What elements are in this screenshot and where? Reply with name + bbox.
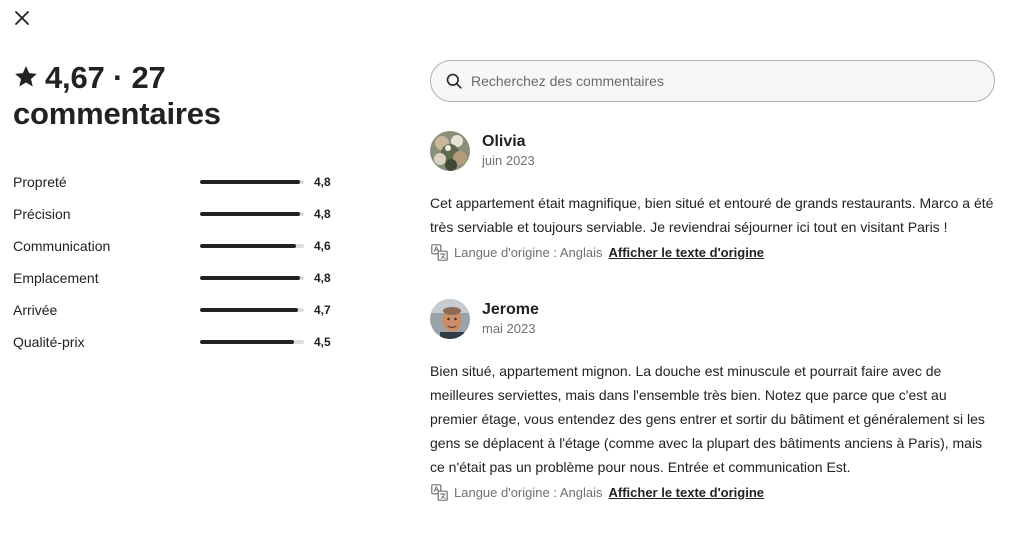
rating-bar — [200, 340, 304, 344]
search-icon — [445, 72, 463, 90]
rating-row-communication: Communication 4,6 — [13, 230, 343, 262]
translation-note: Langue d'origine : Anglais — [454, 244, 603, 260]
review-text: Cet appartement était magnifique, bien s… — [430, 195, 994, 235]
overall-rating: 4,67 — [45, 60, 105, 95]
show-original-link[interactable]: Afficher le texte d'origine — [608, 245, 764, 260]
show-original-link[interactable]: Afficher le texte d'origine — [608, 485, 764, 500]
rating-bar-fill — [200, 308, 298, 312]
rating-value: 4,6 — [314, 239, 331, 253]
search-bar[interactable] — [430, 60, 995, 102]
rating-bar — [200, 244, 304, 248]
review-date: juin 2023 — [482, 153, 535, 168]
reviewer-name: Jerome — [482, 301, 539, 318]
rating-label: Précision — [13, 206, 71, 222]
rating-row-precision: Précision 4,8 — [13, 198, 343, 230]
translate-icon — [430, 483, 448, 501]
category-ratings: Propreté 4,8 Précision 4,8 Communication… — [13, 166, 343, 358]
search-input[interactable] — [471, 73, 994, 89]
close-icon — [15, 10, 29, 30]
rating-bar-fill — [200, 276, 300, 280]
translation-note: Langue d'origine : Anglais — [454, 484, 603, 500]
rating-label: Qualité-prix — [13, 334, 85, 350]
translation-info: Langue d'origine : Anglais Afficher le t… — [430, 242, 1000, 262]
translate-icon — [430, 243, 448, 261]
rating-bar — [200, 212, 304, 216]
reviewer-name: Olivia — [482, 133, 526, 150]
rating-label: Propreté — [13, 174, 67, 190]
rating-label: Emplacement — [13, 270, 99, 286]
review-item: Olivia juin 2023 Cet appartement était m… — [430, 131, 1000, 262]
rating-bar-fill — [200, 340, 294, 344]
rating-bar — [200, 308, 304, 312]
rating-row-arrivee: Arrivée 4,7 — [13, 294, 343, 326]
review-text: Bien situé, appartement mignon. La douch… — [430, 363, 985, 475]
star-icon — [13, 64, 39, 90]
rating-value: 4,8 — [314, 207, 331, 221]
rating-value: 4,7 — [314, 303, 331, 317]
translation-info: Langue d'origine : Anglais Afficher le t… — [430, 482, 1000, 502]
rating-bar — [200, 180, 304, 184]
rating-label: Arrivée — [13, 302, 58, 318]
review-header: Jerome mai 2023 — [430, 299, 1000, 339]
rating-bar-fill — [200, 212, 300, 216]
rating-value: 4,8 — [314, 175, 331, 189]
close-button[interactable] — [8, 8, 36, 32]
review-header: Olivia juin 2023 — [430, 131, 1000, 171]
reviewer-info: Olivia juin 2023 — [482, 132, 535, 170]
rating-bar-fill — [200, 180, 300, 184]
review-item: Jerome mai 2023 Bien situé, appartement … — [430, 299, 1000, 502]
rating-value: 4,5 — [314, 335, 331, 349]
rating-bar-fill — [200, 244, 296, 248]
rating-value: 4,8 — [314, 271, 331, 285]
review-date: mai 2023 — [482, 321, 536, 336]
rating-row-emplacement: Emplacement 4,8 — [13, 262, 343, 294]
rating-bar — [200, 276, 304, 280]
heading-separator: · — [112, 60, 124, 95]
avatar[interactable] — [430, 299, 470, 339]
avatar[interactable] — [430, 131, 470, 171]
rating-row-qualite-prix: Qualité-prix 4,5 — [13, 326, 343, 358]
reviewer-info: Jerome mai 2023 — [482, 300, 539, 338]
rating-label: Communication — [13, 238, 111, 254]
rating-row-proprete: Propreté 4,8 — [13, 166, 343, 198]
rating-heading: 4,67 · 27 commentaires — [13, 60, 353, 132]
